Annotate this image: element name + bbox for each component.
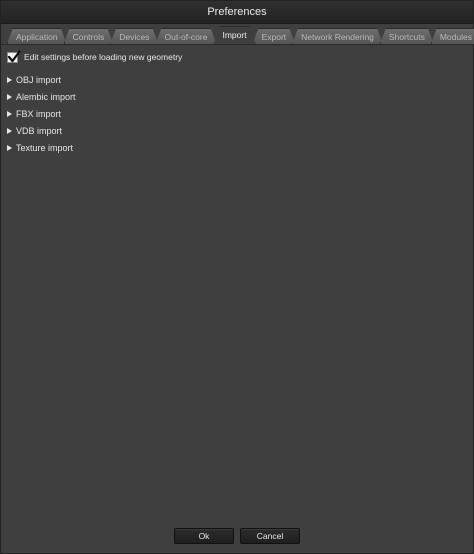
window-title: Preferences	[1, 1, 473, 24]
section-fbx-import[interactable]: FBX import	[7, 105, 467, 122]
tab-modules[interactable]: Modules	[431, 28, 474, 44]
tab-controls[interactable]: Controls	[64, 28, 114, 44]
section-alembic-import[interactable]: Alembic import	[7, 88, 467, 105]
section-label: VDB import	[16, 125, 63, 136]
section-label: FBX import	[16, 108, 62, 119]
edit-settings-label: Edit settings before loading new geometr…	[24, 52, 183, 62]
tab-out-of-core[interactable]: Out-of-core	[155, 28, 216, 44]
triangle-right-icon	[7, 110, 12, 117]
import-panel: Edit settings before loading new geometr…	[1, 43, 473, 519]
section-obj-import[interactable]: OBJ import	[7, 71, 467, 88]
tab-export[interactable]: Export	[253, 28, 296, 44]
section-vdb-import[interactable]: VDB import	[7, 122, 467, 139]
tab-devices[interactable]: Devices	[110, 28, 158, 44]
dialog-footer: Ok Cancel	[1, 519, 473, 553]
section-texture-import[interactable]: Texture import	[7, 139, 467, 156]
section-label: Alembic import	[16, 91, 76, 102]
ok-button[interactable]: Ok	[174, 528, 234, 544]
section-label: Texture import	[16, 142, 74, 153]
tab-import[interactable]: Import	[213, 26, 255, 44]
triangle-right-icon	[7, 144, 12, 151]
triangle-right-icon	[7, 93, 12, 100]
tab-network-rendering[interactable]: Network Rendering	[292, 28, 383, 44]
tab-application[interactable]: Application	[7, 28, 67, 44]
preferences-window: Preferences Application Controls Devices…	[0, 0, 474, 554]
cancel-button[interactable]: Cancel	[240, 528, 300, 544]
checkmark-icon	[7, 49, 21, 62]
triangle-right-icon	[7, 127, 12, 134]
tab-shortcuts[interactable]: Shortcuts	[380, 28, 434, 44]
edit-settings-row[interactable]: Edit settings before loading new geometr…	[7, 49, 467, 65]
triangle-right-icon	[7, 76, 12, 83]
section-label: OBJ import	[16, 74, 62, 85]
edit-settings-checkbox[interactable]	[7, 49, 21, 63]
